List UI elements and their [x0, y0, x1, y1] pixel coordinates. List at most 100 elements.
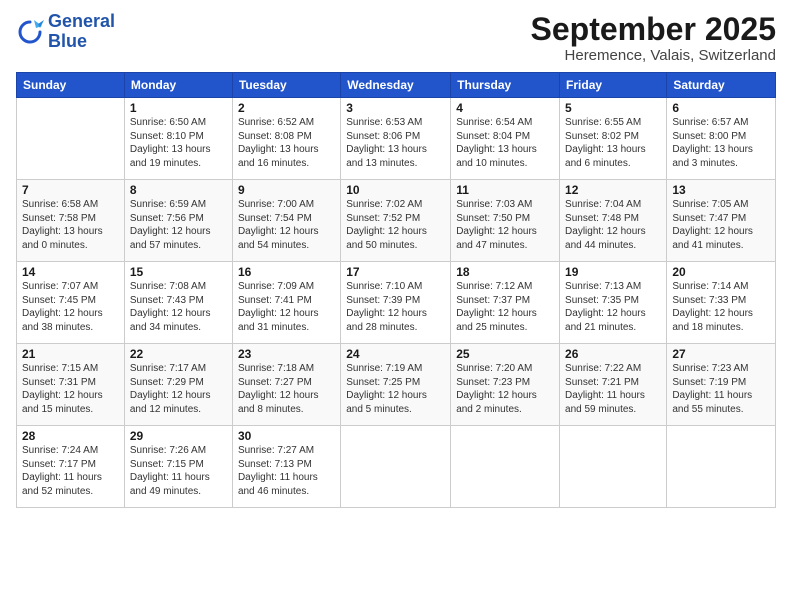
calendar-subtitle: Heremence, Valais, Switzerland [531, 47, 776, 64]
calendar-cell: 28Sunrise: 7:24 AM Sunset: 7:17 PM Dayli… [17, 426, 125, 508]
header: General Blue September 2025 Heremence, V… [16, 12, 776, 64]
calendar-cell: 23Sunrise: 7:18 AM Sunset: 7:27 PM Dayli… [232, 344, 340, 426]
calendar-cell: 20Sunrise: 7:14 AM Sunset: 7:33 PM Dayli… [667, 262, 776, 344]
day-info: Sunrise: 7:09 AM Sunset: 7:41 PM Dayligh… [238, 280, 335, 334]
logo-line2: Blue [48, 31, 87, 51]
day-number: 20 [672, 265, 770, 279]
day-number: 18 [456, 265, 554, 279]
day-number: 13 [672, 183, 770, 197]
day-info: Sunrise: 7:10 AM Sunset: 7:39 PM Dayligh… [346, 280, 445, 334]
day-info: Sunrise: 7:13 AM Sunset: 7:35 PM Dayligh… [565, 280, 661, 334]
calendar-cell: 18Sunrise: 7:12 AM Sunset: 7:37 PM Dayli… [451, 262, 560, 344]
day-info: Sunrise: 7:23 AM Sunset: 7:19 PM Dayligh… [672, 362, 770, 416]
day-number: 1 [130, 101, 227, 115]
logo: General Blue [16, 12, 115, 52]
day-number: 22 [130, 347, 227, 361]
calendar-cell: 4Sunrise: 6:54 AM Sunset: 8:04 PM Daylig… [451, 98, 560, 180]
calendar-cell: 22Sunrise: 7:17 AM Sunset: 7:29 PM Dayli… [124, 344, 232, 426]
day-info: Sunrise: 7:22 AM Sunset: 7:21 PM Dayligh… [565, 362, 661, 416]
day-info: Sunrise: 6:54 AM Sunset: 8:04 PM Dayligh… [456, 116, 554, 170]
day-number: 4 [456, 101, 554, 115]
day-info: Sunrise: 6:57 AM Sunset: 8:00 PM Dayligh… [672, 116, 770, 170]
day-info: Sunrise: 7:05 AM Sunset: 7:47 PM Dayligh… [672, 198, 770, 252]
day-number: 3 [346, 101, 445, 115]
day-info: Sunrise: 7:15 AM Sunset: 7:31 PM Dayligh… [22, 362, 119, 416]
calendar-cell: 12Sunrise: 7:04 AM Sunset: 7:48 PM Dayli… [560, 180, 667, 262]
calendar-cell: 6Sunrise: 6:57 AM Sunset: 8:00 PM Daylig… [667, 98, 776, 180]
day-info: Sunrise: 6:50 AM Sunset: 8:10 PM Dayligh… [130, 116, 227, 170]
calendar-cell: 25Sunrise: 7:20 AM Sunset: 7:23 PM Dayli… [451, 344, 560, 426]
logo-line1: General [48, 11, 115, 31]
calendar-cell: 3Sunrise: 6:53 AM Sunset: 8:06 PM Daylig… [341, 98, 451, 180]
day-number: 12 [565, 183, 661, 197]
calendar-cell [560, 426, 667, 508]
week-row-2: 7Sunrise: 6:58 AM Sunset: 7:58 PM Daylig… [17, 180, 776, 262]
day-number: 8 [130, 183, 227, 197]
calendar-cell: 8Sunrise: 6:59 AM Sunset: 7:56 PM Daylig… [124, 180, 232, 262]
day-number: 15 [130, 265, 227, 279]
day-info: Sunrise: 7:26 AM Sunset: 7:15 PM Dayligh… [130, 444, 227, 498]
day-info: Sunrise: 7:04 AM Sunset: 7:48 PM Dayligh… [565, 198, 661, 252]
day-number: 14 [22, 265, 119, 279]
page: General Blue September 2025 Heremence, V… [0, 0, 792, 612]
calendar-table: Sunday Monday Tuesday Wednesday Thursday… [16, 72, 776, 508]
day-number: 5 [565, 101, 661, 115]
day-number: 6 [672, 101, 770, 115]
calendar-cell [667, 426, 776, 508]
day-number: 25 [456, 347, 554, 361]
header-row: Sunday Monday Tuesday Wednesday Thursday… [17, 73, 776, 98]
calendar-cell: 21Sunrise: 7:15 AM Sunset: 7:31 PM Dayli… [17, 344, 125, 426]
day-info: Sunrise: 7:20 AM Sunset: 7:23 PM Dayligh… [456, 362, 554, 416]
day-info: Sunrise: 7:00 AM Sunset: 7:54 PM Dayligh… [238, 198, 335, 252]
day-info: Sunrise: 7:02 AM Sunset: 7:52 PM Dayligh… [346, 198, 445, 252]
day-number: 27 [672, 347, 770, 361]
calendar-cell: 1Sunrise: 6:50 AM Sunset: 8:10 PM Daylig… [124, 98, 232, 180]
logo-icon [16, 18, 44, 46]
day-number: 24 [346, 347, 445, 361]
day-number: 9 [238, 183, 335, 197]
day-number: 11 [456, 183, 554, 197]
day-info: Sunrise: 7:07 AM Sunset: 7:45 PM Dayligh… [22, 280, 119, 334]
day-info: Sunrise: 7:03 AM Sunset: 7:50 PM Dayligh… [456, 198, 554, 252]
calendar-cell: 14Sunrise: 7:07 AM Sunset: 7:45 PM Dayli… [17, 262, 125, 344]
logo-text: General Blue [48, 12, 115, 52]
day-number: 16 [238, 265, 335, 279]
day-number: 21 [22, 347, 119, 361]
week-row-1: 1Sunrise: 6:50 AM Sunset: 8:10 PM Daylig… [17, 98, 776, 180]
calendar-cell: 26Sunrise: 7:22 AM Sunset: 7:21 PM Dayli… [560, 344, 667, 426]
calendar-cell: 9Sunrise: 7:00 AM Sunset: 7:54 PM Daylig… [232, 180, 340, 262]
col-wednesday: Wednesday [341, 73, 451, 98]
day-number: 29 [130, 429, 227, 443]
col-monday: Monday [124, 73, 232, 98]
calendar-cell: 19Sunrise: 7:13 AM Sunset: 7:35 PM Dayli… [560, 262, 667, 344]
day-number: 2 [238, 101, 335, 115]
day-number: 19 [565, 265, 661, 279]
day-info: Sunrise: 7:14 AM Sunset: 7:33 PM Dayligh… [672, 280, 770, 334]
calendar-cell: 16Sunrise: 7:09 AM Sunset: 7:41 PM Dayli… [232, 262, 340, 344]
day-number: 28 [22, 429, 119, 443]
calendar-cell: 11Sunrise: 7:03 AM Sunset: 7:50 PM Dayli… [451, 180, 560, 262]
day-number: 26 [565, 347, 661, 361]
day-number: 30 [238, 429, 335, 443]
day-info: Sunrise: 6:58 AM Sunset: 7:58 PM Dayligh… [22, 198, 119, 252]
calendar-cell: 13Sunrise: 7:05 AM Sunset: 7:47 PM Dayli… [667, 180, 776, 262]
day-number: 7 [22, 183, 119, 197]
day-info: Sunrise: 6:52 AM Sunset: 8:08 PM Dayligh… [238, 116, 335, 170]
calendar-cell: 5Sunrise: 6:55 AM Sunset: 8:02 PM Daylig… [560, 98, 667, 180]
day-info: Sunrise: 7:19 AM Sunset: 7:25 PM Dayligh… [346, 362, 445, 416]
calendar-cell: 30Sunrise: 7:27 AM Sunset: 7:13 PM Dayli… [232, 426, 340, 508]
col-friday: Friday [560, 73, 667, 98]
calendar-cell: 2Sunrise: 6:52 AM Sunset: 8:08 PM Daylig… [232, 98, 340, 180]
day-info: Sunrise: 6:55 AM Sunset: 8:02 PM Dayligh… [565, 116, 661, 170]
day-info: Sunrise: 6:53 AM Sunset: 8:06 PM Dayligh… [346, 116, 445, 170]
calendar-cell: 29Sunrise: 7:26 AM Sunset: 7:15 PM Dayli… [124, 426, 232, 508]
week-row-5: 28Sunrise: 7:24 AM Sunset: 7:17 PM Dayli… [17, 426, 776, 508]
day-info: Sunrise: 7:27 AM Sunset: 7:13 PM Dayligh… [238, 444, 335, 498]
calendar-cell: 7Sunrise: 6:58 AM Sunset: 7:58 PM Daylig… [17, 180, 125, 262]
calendar-title: September 2025 [531, 12, 776, 47]
calendar-cell: 24Sunrise: 7:19 AM Sunset: 7:25 PM Dayli… [341, 344, 451, 426]
week-row-3: 14Sunrise: 7:07 AM Sunset: 7:45 PM Dayli… [17, 262, 776, 344]
col-saturday: Saturday [667, 73, 776, 98]
title-block: September 2025 Heremence, Valais, Switze… [531, 12, 776, 64]
day-number: 17 [346, 265, 445, 279]
